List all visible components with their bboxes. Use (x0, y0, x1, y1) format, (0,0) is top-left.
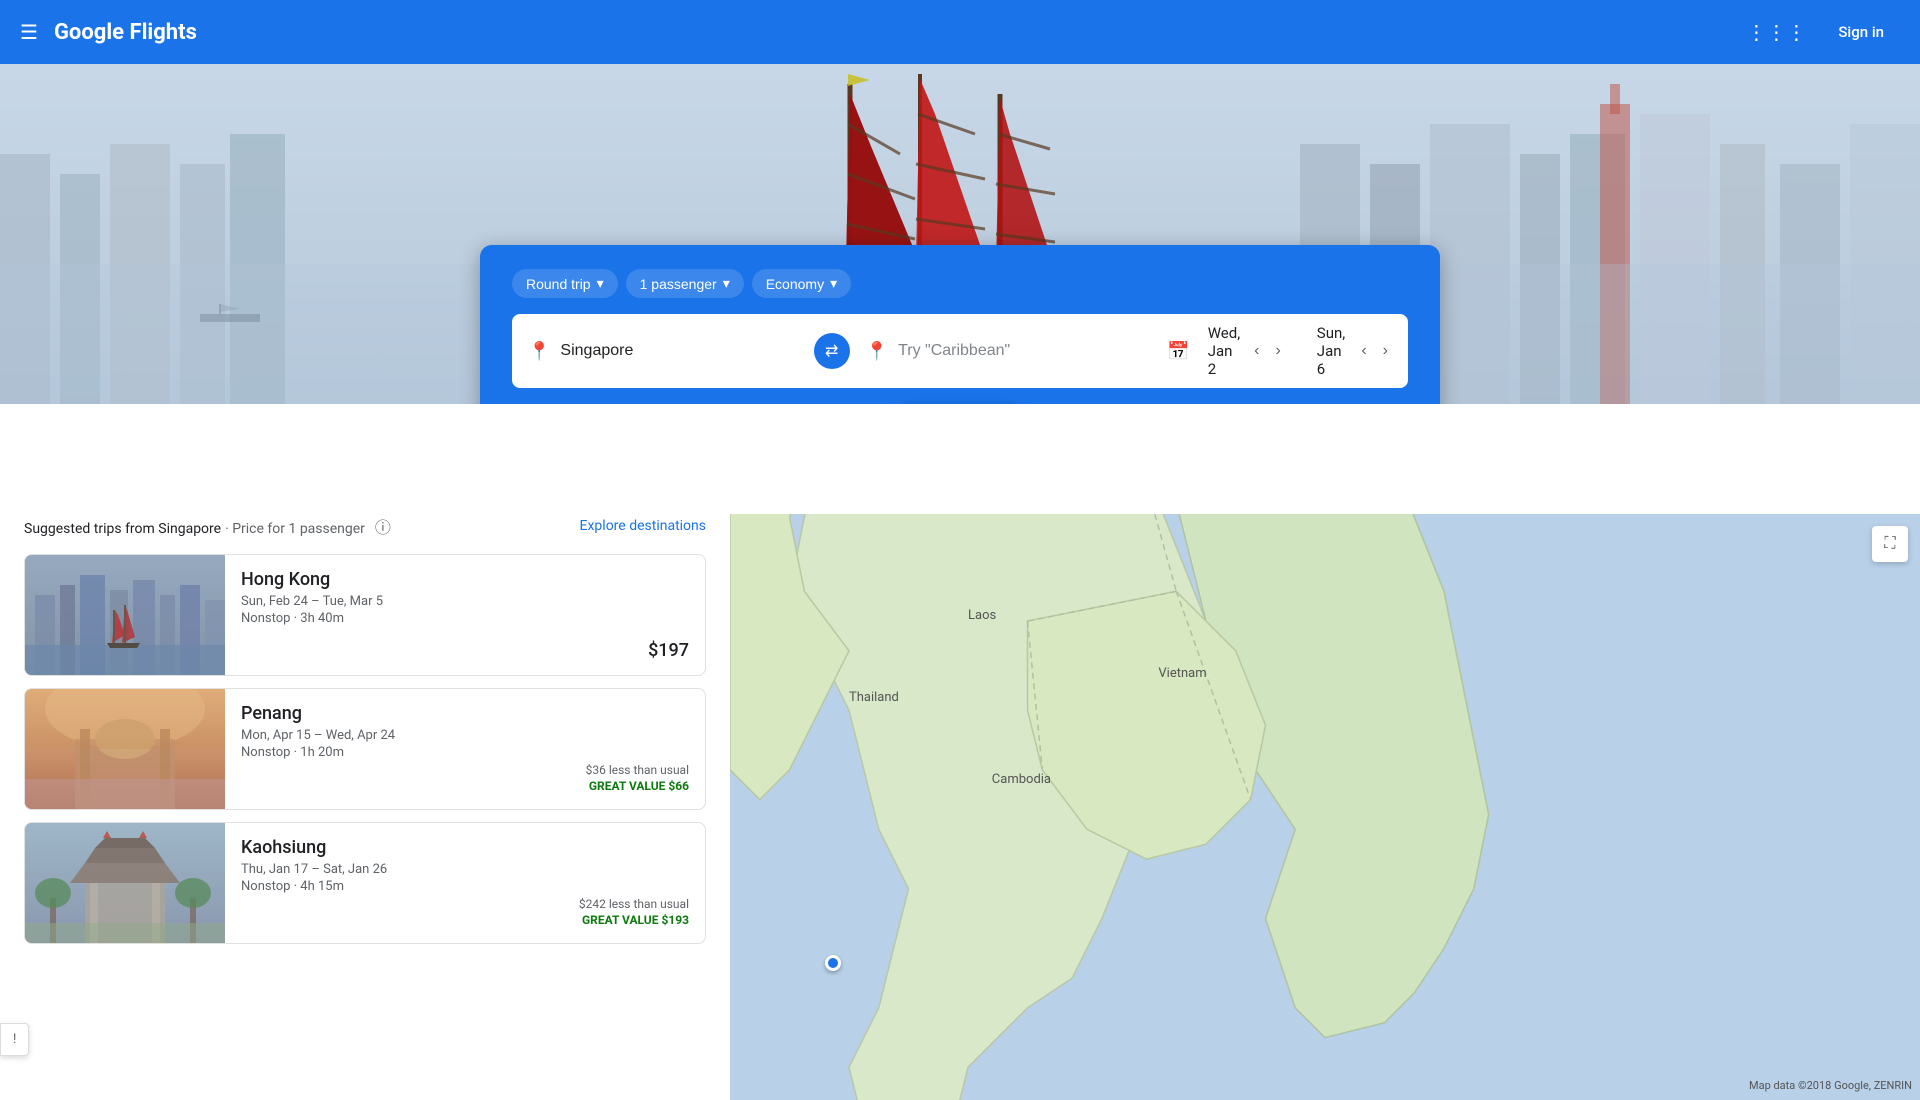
trip-city: Penang (241, 703, 689, 724)
info-icon[interactable]: ⓘ (375, 518, 391, 537)
trip-type-chevron-icon: ▾ (597, 275, 604, 292)
swap-button[interactable]: ⇄ (814, 333, 850, 369)
main-content: Suggested trips from Singapore · Price f… (0, 514, 1920, 1100)
passengers-button[interactable]: 1 passenger ▾ (626, 269, 744, 298)
trip-image-hongkong (25, 555, 225, 675)
trip-info-hongkong: Hong Kong Sun, Feb 24 – Tue, Mar 5 Nonst… (225, 555, 705, 675)
date-field[interactable]: 📅 Wed, Jan 2 ‹ › Sun, Jan 6 ‹ › (1151, 314, 1408, 388)
trip-dates: Sun, Feb 24 – Tue, Mar 5 (241, 594, 689, 609)
search-fields: 📍 ⇄ 📍 📅 Wed, Jan 2 ‹ › Sun, Jan 6 ‹ (512, 314, 1408, 388)
search-panel: Round trip ▾ 1 passenger ▾ Economy ▾ 📍 ⇄ (480, 245, 1440, 404)
trip-flight: Nonstop · 3h 40m (241, 611, 689, 626)
section-header: Suggested trips from Singapore · Price f… (24, 514, 706, 538)
trip-info-penang: Penang Mon, Apr 15 – Wed, Apr 24 Nonstop… (225, 689, 705, 809)
destination-input[interactable] (898, 342, 1135, 360)
header-right: ⋮⋮⋮ Sign in (1746, 15, 1900, 49)
swap-icon: ⇄ (825, 341, 838, 361)
destination-location-icon: 📍 (866, 341, 888, 362)
hero-section: Round trip ▾ 1 passenger ▾ Economy ▾ 📍 ⇄ (0, 64, 1920, 404)
feedback-icon: ! (13, 1032, 16, 1047)
trip-price-section: $36 less than usual GREAT VALUE $66 (241, 763, 689, 795)
trip-type-button[interactable]: Round trip ▾ (512, 269, 618, 298)
date-start: Wed, Jan 2 (1208, 324, 1242, 378)
trip-price-section: $242 less than usual GREAT VALUE $193 (241, 897, 689, 929)
app-logo: Google Flights (54, 20, 197, 45)
hamburger-icon[interactable]: ☰ (20, 20, 38, 44)
map-panel: Laos Thailand Vietnam Cambodia ⛶ Map dat… (730, 514, 1920, 1100)
trip-card[interactable]: Hong Kong Sun, Feb 24 – Tue, Mar 5 Nonst… (24, 554, 706, 676)
passengers-label: 1 passenger (640, 276, 717, 292)
cabin-chevron-icon: ▾ (830, 275, 837, 292)
trip-price-section: $197 (241, 640, 689, 661)
section-title-group: Suggested trips from Singapore · Price f… (24, 514, 391, 538)
trip-discount: $242 less than usual (241, 897, 689, 911)
grid-icon[interactable]: ⋮⋮⋮ (1746, 20, 1806, 44)
map-expand-button[interactable]: ⛶ (1872, 526, 1908, 562)
trip-flight: Nonstop · 4h 15m (241, 879, 689, 894)
trip-badge: GREAT VALUE $66 (241, 779, 689, 793)
trip-info-kaohsiung: Kaohsiung Thu, Jan 17 – Sat, Jan 26 Nons… (225, 823, 705, 943)
cabin-class-label: Economy (766, 276, 824, 292)
header-left: ☰ Google Flights (20, 20, 197, 45)
price-note: Price for 1 passenger (232, 521, 365, 537)
logo-google: Google (54, 20, 124, 45)
trip-badge: GREAT VALUE $193 (241, 913, 689, 927)
date-start-next-button[interactable]: › (1271, 338, 1284, 364)
sign-in-button[interactable]: Sign in (1822, 15, 1900, 49)
trip-discount: $36 less than usual (241, 763, 689, 777)
feedback-button[interactable]: ! (0, 1023, 29, 1056)
cabin-class-button[interactable]: Economy ▾ (752, 269, 851, 298)
map-copyright: Map data ©2018 Google, ZENRIN (1749, 1079, 1912, 1092)
search-options: Round trip ▾ 1 passenger ▾ Economy ▾ (512, 269, 1408, 298)
section-title: Suggested trips from Singapore (24, 521, 221, 537)
logo-flights: Flights (130, 20, 197, 45)
date-end: Sun, Jan 6 (1317, 324, 1350, 378)
trip-price: $197 (241, 640, 689, 661)
trip-image-penang (25, 689, 225, 809)
trip-image-kaohsiung (25, 823, 225, 943)
origin-location-icon: 📍 (528, 341, 550, 362)
destination-field[interactable]: 📍 (850, 331, 1152, 372)
origin-input[interactable] (560, 342, 797, 360)
date-end-next-button[interactable]: › (1379, 338, 1392, 364)
trip-card[interactable]: Penang Mon, Apr 15 – Wed, Apr 24 Nonstop… (24, 688, 706, 810)
trip-city: Kaohsiung (241, 837, 689, 858)
origin-field[interactable]: 📍 (512, 331, 814, 372)
expand-icon: ⛶ (1884, 535, 1895, 553)
calendar-icon: 📅 (1167, 341, 1189, 362)
trip-dates: Mon, Apr 15 – Wed, Apr 24 (241, 728, 689, 743)
trip-card[interactable]: Kaohsiung Thu, Jan 17 – Sat, Jan 26 Nons… (24, 822, 706, 944)
explore-destinations-link[interactable]: Explore destinations (580, 518, 706, 534)
trip-type-label: Round trip (526, 276, 591, 292)
left-panel: Suggested trips from Singapore · Price f… (0, 514, 730, 1100)
map-svg (730, 514, 1920, 1100)
date-start-prev-button[interactable]: ‹ (1250, 338, 1263, 364)
date-end-prev-button[interactable]: ‹ (1357, 338, 1370, 364)
header: ☰ Google Flights ⋮⋮⋮ Sign in (0, 0, 1920, 64)
trip-dates: Thu, Jan 17 – Sat, Jan 26 (241, 862, 689, 877)
passengers-chevron-icon: ▾ (723, 275, 730, 292)
trip-city: Hong Kong (241, 569, 689, 590)
trip-flight: Nonstop · 1h 20m (241, 745, 689, 760)
